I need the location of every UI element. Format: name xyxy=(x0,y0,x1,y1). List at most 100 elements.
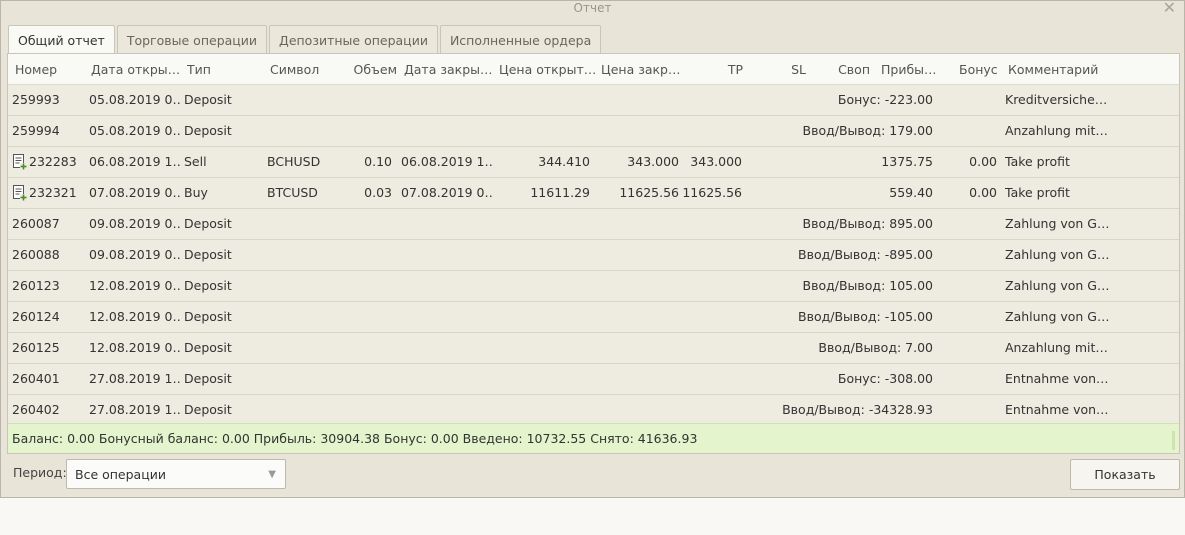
report-table: Номер Дата откры… Тип Символ Объем Дата закры… xyxy=(7,53,1180,454)
cell-volume: 0.10 xyxy=(364,154,392,169)
table-row[interactable]: 232321 07.08.2019 0… Buy BTCUSD 0.03 07.08.20… xyxy=(8,178,1179,209)
cell-comment: Zahlung von G… xyxy=(1005,278,1110,293)
scrollbar[interactable] xyxy=(1172,431,1175,450)
column-header-open-date[interactable]: Дата откры… xyxy=(91,54,181,85)
cell-close-price: 11625.56 xyxy=(619,185,679,200)
cell-comment: Anzahlung mit… xyxy=(1005,123,1108,138)
cell-open-price xyxy=(498,240,590,270)
cell-profit: Ввод/Вывод: 105.00 xyxy=(802,278,933,293)
cell-close-date xyxy=(401,209,493,239)
table-row[interactable]: 260402 27.08.2019 1… Deposit Ввод/Вывод: -3… xyxy=(8,395,1179,426)
cell-close-price: 343.000 xyxy=(627,154,679,169)
column-header-sl[interactable]: SL xyxy=(768,54,806,85)
cell-number: 259993 xyxy=(12,92,60,107)
cell-open-price xyxy=(498,333,590,363)
table-row[interactable]: 259994 05.08.2019 0… Deposit Ввод/Вывод: 17… xyxy=(8,116,1179,147)
cell-comment: Entnahme von… xyxy=(1005,371,1109,386)
column-header-type[interactable]: Тип xyxy=(187,54,237,85)
summary-text: Баланс: 0.00 Бонусный баланс: 0.00 Прибы… xyxy=(12,431,698,446)
tab-general-report[interactable]: Общий отчет xyxy=(8,25,115,55)
cell-open-date: 09.08.2019 0… xyxy=(89,216,181,231)
column-header-symbol[interactable]: Символ xyxy=(270,54,330,85)
column-header-tp[interactable]: TP xyxy=(708,54,743,85)
cell-symbol xyxy=(267,395,337,425)
cell-open-price xyxy=(498,364,590,394)
cell-number: 259994 xyxy=(12,123,60,138)
cell-open-date: 06.08.2019 1… xyxy=(89,154,181,169)
cell-open-date: 27.08.2019 1… xyxy=(89,402,181,417)
cell-close-price xyxy=(598,209,679,239)
cell-open-date: 12.08.2019 0… xyxy=(89,278,181,293)
period-select[interactable]: Все операции ▼ xyxy=(66,459,286,489)
cell-number: 232321 xyxy=(29,185,77,200)
cell-symbol xyxy=(267,116,337,146)
cell-bonus xyxy=(938,209,997,239)
close-icon[interactable]: ✕ xyxy=(1163,0,1176,16)
cell-comment: Zahlung von G… xyxy=(1005,309,1110,324)
cell-number: 232283 xyxy=(29,154,77,169)
cell-close-price xyxy=(598,240,679,270)
cell-type: Deposit xyxy=(184,309,232,324)
cell-number: 260123 xyxy=(12,278,60,293)
column-header-close-price[interactable]: Цена закр… xyxy=(601,54,681,85)
cell-open-date: 12.08.2019 0… xyxy=(89,340,181,355)
table-row[interactable]: 260088 09.08.2019 0… Deposit Ввод/Вывод: -8… xyxy=(8,240,1179,271)
cell-close-date xyxy=(401,364,493,394)
cell-bonus xyxy=(938,333,997,363)
cell-symbol: BCHUSD xyxy=(267,154,321,169)
show-button[interactable]: Показать xyxy=(1070,459,1180,490)
cell-open-price xyxy=(498,85,590,115)
table-row[interactable]: 260401 27.08.2019 1… Deposit Бонус: -308.00… xyxy=(8,364,1179,395)
cell-open-date: 09.08.2019 0… xyxy=(89,247,181,262)
table-row[interactable]: 260087 09.08.2019 0… Deposit Ввод/Вывод: 89… xyxy=(8,209,1179,240)
column-header-volume[interactable]: Объем xyxy=(352,54,398,85)
cell-close-date xyxy=(401,395,493,425)
cell-number: 260125 xyxy=(12,340,60,355)
cell-close-date: 06.08.2019 1… xyxy=(401,154,493,169)
tab-executed-orders[interactable]: Исполненные ордера xyxy=(439,25,602,54)
column-header-comment[interactable]: Комментарий xyxy=(1008,54,1148,85)
table-row[interactable]: 260123 12.08.2019 0… Deposit Ввод/Вывод: 10… xyxy=(8,271,1179,302)
cell-comment: Take profit xyxy=(1005,185,1070,200)
cell-type: Sell xyxy=(184,154,207,169)
period-label: Период: xyxy=(13,465,67,480)
table-row[interactable]: 232283 06.08.2019 1… Sell BCHUSD 0.10 06.08.2… xyxy=(8,147,1179,178)
cell-profit: Ввод/Вывод: -34328.93 xyxy=(782,402,933,417)
tab-trade-operations[interactable]: Торговые операции xyxy=(116,25,268,54)
cell-open-date: 05.08.2019 0… xyxy=(89,123,181,138)
cell-comment: Entnahme von… xyxy=(1005,402,1109,417)
cell-symbol xyxy=(267,364,337,394)
order-document-icon xyxy=(13,185,27,201)
column-header-profit[interactable]: Прибы… xyxy=(881,54,937,85)
table-row[interactable]: 260125 12.08.2019 0… Deposit Ввод/Вывод: 7.… xyxy=(8,333,1179,364)
table-row[interactable]: 259993 05.08.2019 0… Deposit Бонус: -223.00… xyxy=(8,85,1179,116)
cell-volume xyxy=(337,116,392,146)
column-header-bonus[interactable]: Бонус xyxy=(959,54,999,85)
column-header-number[interactable]: Номер xyxy=(15,54,85,85)
table-row[interactable]: 260124 12.08.2019 0… Deposit Ввод/Вывод: -1… xyxy=(8,302,1179,333)
cell-profit: Бонус: -308.00 xyxy=(837,371,933,386)
cell-number: 260124 xyxy=(12,309,60,324)
cell-type: Buy xyxy=(184,185,208,200)
cell-close-price xyxy=(598,85,679,115)
cell-comment: Zahlung von G… xyxy=(1005,247,1110,262)
cell-symbol xyxy=(267,209,337,239)
cell-volume xyxy=(337,209,392,239)
tab-deposit-operations[interactable]: Депозитные операции xyxy=(269,25,438,54)
cell-profit: 559.40 xyxy=(889,185,933,200)
cell-close-price xyxy=(598,271,679,301)
cell-close-date xyxy=(401,271,493,301)
cell-symbol xyxy=(267,240,337,270)
column-header-open-price[interactable]: Цена открыт… xyxy=(499,54,595,85)
column-header-close-date[interactable]: Дата закры… xyxy=(404,54,494,85)
cell-type: Deposit xyxy=(184,123,232,138)
table-header: Номер Дата откры… Тип Символ Объем Дата закры… xyxy=(8,54,1179,85)
column-header-swap[interactable]: Своп xyxy=(823,54,870,85)
cell-close-price xyxy=(598,395,679,425)
tab-bar: Общий отчет Торговые операции Депозитные о… xyxy=(8,25,603,55)
cell-bonus: 0.00 xyxy=(969,154,997,169)
report-window: Отчет ✕ Общий отчет Торговые операции Депо… xyxy=(0,0,1185,498)
cell-open-price: 344.410 xyxy=(538,154,590,169)
cell-comment: Zahlung von G… xyxy=(1005,216,1110,231)
cell-open-price xyxy=(498,209,590,239)
